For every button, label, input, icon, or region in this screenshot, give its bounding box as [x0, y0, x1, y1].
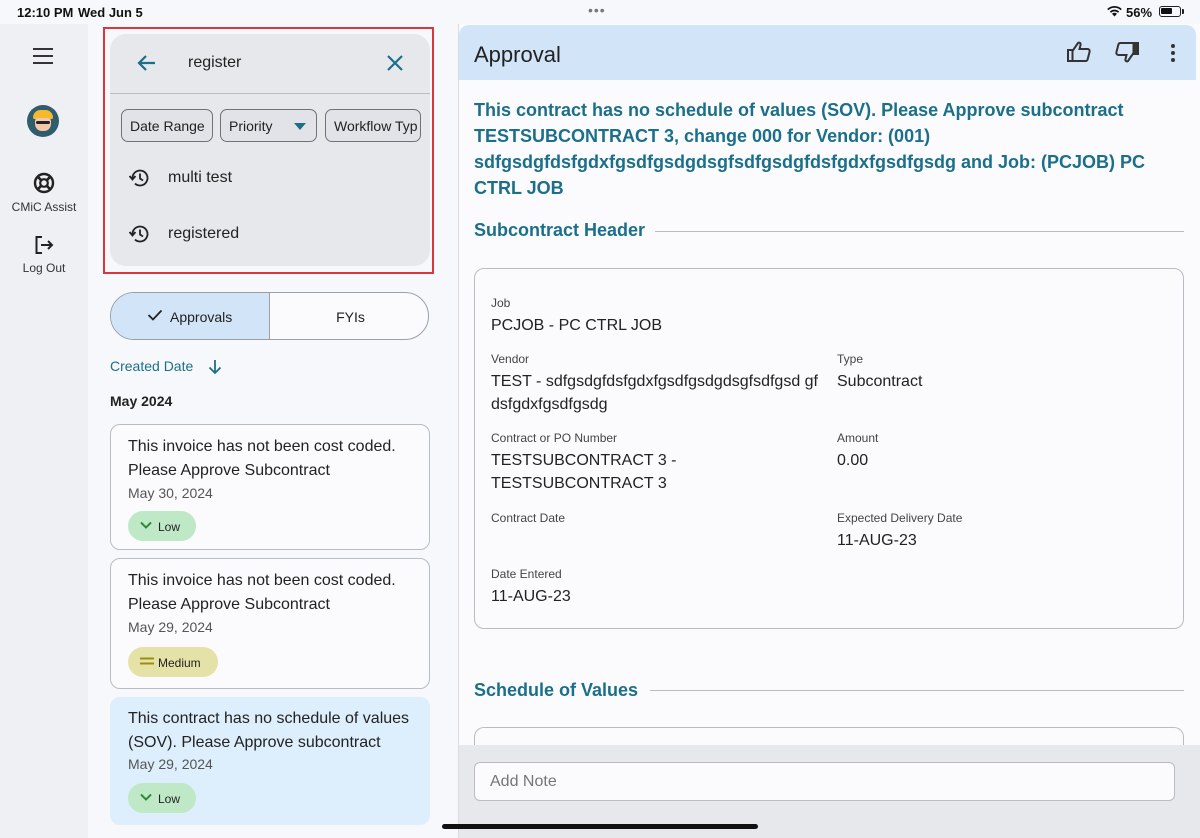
equals-icon	[140, 657, 154, 665]
approval-card-selected[interactable]: This contract has no schedule of values …	[110, 697, 430, 825]
page-title: Approval	[474, 42, 561, 67]
arrow-down-icon[interactable]	[208, 359, 222, 375]
field-label: Expected Delivery Date	[837, 511, 963, 525]
battery-percent: 56%	[1126, 5, 1153, 20]
field-date-entered: Date Entered 11-AUG-23	[491, 567, 811, 608]
battery-icon	[1159, 6, 1181, 17]
view-toggle: Approvals FYIs	[110, 292, 429, 340]
field-type: Type Subcontract	[837, 352, 1157, 393]
priority-label: Medium	[158, 656, 201, 670]
field-value: 0.00	[837, 452, 869, 469]
tab-label: FYIs	[336, 309, 365, 325]
sort-control[interactable]: Created Date	[110, 358, 222, 375]
card-date: May 29, 2024	[128, 756, 213, 772]
field-value: PCJOB - PC CTRL JOB	[491, 317, 662, 334]
thumbs-up-icon[interactable]	[1066, 40, 1092, 64]
priority-badge: Low	[128, 511, 196, 541]
priority-badge: Medium	[128, 647, 218, 677]
detail-app-bar: Approval	[459, 25, 1196, 80]
chevron-down-icon	[140, 793, 152, 801]
field-amount: Amount 0.00	[837, 431, 1157, 472]
field-value: TESTSUBCONTRACT 3 - TESTSUBCONTRACT 3	[491, 452, 677, 492]
field-label: Vendor	[491, 352, 530, 366]
card-date: May 29, 2024	[128, 619, 213, 635]
section-title-subcontract-header: Subcontract Header	[474, 220, 646, 240]
section-divider	[655, 231, 1184, 232]
field-value: Subcontract	[837, 373, 923, 390]
logout-icon	[35, 236, 54, 254]
approval-card[interactable]: This invoice has not been cost coded. Pl…	[110, 424, 430, 550]
wifi-icon	[1107, 6, 1122, 17]
sort-label: Created Date	[110, 358, 194, 374]
navigation-rail: CMiC Assist Log Out	[0, 24, 88, 838]
subcontract-header-card: Job PCJOB - PC CTRL JOB Vendor TEST - sd…	[474, 268, 1184, 629]
thumbs-down-icon[interactable]	[1114, 40, 1140, 64]
card-description: This invoice has not been cost coded. Pl…	[128, 438, 396, 479]
approval-card[interactable]: This invoice has not been cost coded. Pl…	[110, 558, 430, 689]
more-vertical-icon[interactable]	[1170, 43, 1176, 63]
priority-label: Low	[158, 520, 181, 534]
tab-label: Approvals	[170, 309, 233, 325]
month-group-header: May 2024	[110, 393, 173, 409]
field-label: Contract or PO Number	[491, 431, 618, 445]
field-contract-number: Contract or PO Number TESTSUBCONTRACT 3 …	[491, 431, 691, 495]
battery-tip	[1182, 9, 1184, 14]
rail-item-label: Log Out	[22, 261, 66, 275]
field-label: Contract Date	[491, 511, 566, 525]
priority-label: Low	[158, 792, 181, 806]
tab-approvals[interactable]: Approvals	[111, 293, 270, 339]
checkmark-icon	[147, 309, 163, 321]
field-label: Type	[837, 352, 864, 366]
priority-badge: Low	[128, 783, 196, 813]
tab-fyis[interactable]: FYIs	[271, 293, 428, 339]
status-date: Wed Jun 5	[78, 5, 143, 20]
field-job: Job PCJOB - PC CTRL JOB	[491, 296, 821, 337]
lifebuoy-icon	[33, 172, 55, 194]
section-title-schedule-of-values: Schedule of Values	[474, 680, 639, 700]
avatar[interactable]	[27, 105, 59, 137]
card-date: May 30, 2024	[128, 485, 213, 501]
hamburger-menu-icon[interactable]	[33, 48, 53, 64]
field-value: TEST - sdfgsdgfdsfgdxfgsdfgsdgdsgfsdfgsd…	[491, 373, 818, 413]
home-indicator[interactable]	[442, 824, 758, 829]
field-expected-delivery-date: Expected Delivery Date 11-AUG-23	[837, 511, 1157, 552]
card-description: This contract has no schedule of values …	[128, 710, 410, 751]
field-vendor: Vendor TEST - sdfgsdgfdsfgdxfgsdfgsdgdsg…	[491, 352, 826, 416]
field-contract-date: Contract Date	[491, 511, 811, 529]
multitask-dots-icon[interactable]: •••	[588, 2, 606, 18]
add-note-input[interactable]	[474, 762, 1175, 801]
rail-item-cmic-assist[interactable]: CMiC Assist	[0, 172, 88, 214]
search-highlight-frame	[103, 27, 434, 274]
field-value: 11-AUG-23	[837, 532, 917, 549]
field-label: Date Entered	[491, 567, 562, 581]
field-label: Amount	[837, 431, 879, 445]
rail-item-log-out[interactable]: Log Out	[0, 235, 88, 275]
rail-item-label: CMiC Assist	[11, 200, 77, 214]
field-value: 11-AUG-23	[491, 588, 571, 605]
chevron-down-icon	[140, 521, 152, 529]
field-label: Job	[491, 296, 511, 310]
section-divider	[650, 690, 1184, 691]
approval-headline: This contract has no schedule of values …	[474, 100, 1145, 198]
status-time: 12:10 PM	[17, 5, 74, 20]
card-description: This invoice has not been cost coded. Pl…	[128, 572, 396, 613]
status-bar: 12:10 PM Wed Jun 5 ••• 56%	[0, 0, 1200, 24]
